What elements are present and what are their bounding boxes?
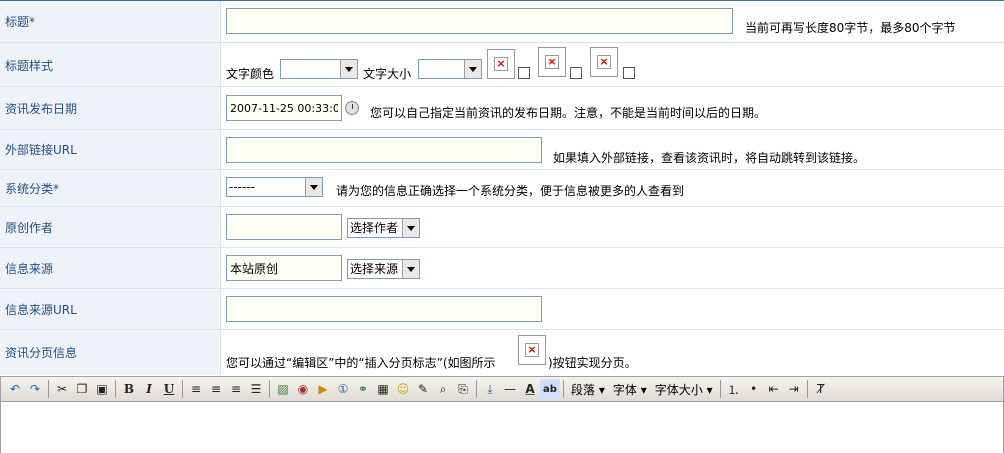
editor-area[interactable] bbox=[0, 402, 1004, 453]
italic-button[interactable]: I bbox=[139, 379, 159, 399]
text-color-label: 文字颜色 bbox=[226, 67, 275, 81]
insert-image-icon[interactable]: ▨ bbox=[273, 379, 293, 399]
author-select[interactable]: 选择作者 bbox=[347, 218, 420, 238]
dropdown-arrow-icon bbox=[402, 260, 419, 278]
paging-hint-after: )按钮实现分页。 bbox=[548, 356, 637, 370]
chevron-down-icon: ▾ bbox=[598, 382, 605, 397]
chevron-down-icon: ▾ bbox=[706, 382, 713, 397]
external-link-input[interactable] bbox=[226, 137, 542, 163]
insert-link-icon[interactable]: ⚭ bbox=[353, 379, 373, 399]
insert-table-icon[interactable]: ▦ bbox=[373, 379, 393, 399]
source-url-label: 信息来源URL bbox=[0, 289, 221, 329]
cut-icon[interactable]: ✂ bbox=[52, 379, 72, 399]
underline-style-broken-image-icon: × bbox=[590, 47, 618, 77]
dropdown-arrow-icon bbox=[340, 60, 357, 78]
insert-comment-icon[interactable]: ✎ bbox=[413, 379, 433, 399]
category-hint: 请为您的信息正确选择一个系统分类，便于信息被更多的人查看到 bbox=[336, 184, 685, 198]
preview-icon[interactable]: ⎘ bbox=[453, 379, 473, 399]
chevron-down-icon: ▾ bbox=[640, 382, 647, 397]
dropdown-arrow-icon bbox=[464, 60, 481, 78]
author-select-value: 选择作者 bbox=[350, 221, 399, 235]
align-center-icon[interactable]: ≡ bbox=[206, 379, 226, 399]
row-publish-date: 资讯发布日期 您可以自己指定当前资讯的发布日期。注意，不能是当前时间以后的日期。 bbox=[0, 87, 1004, 130]
horizontal-rule-icon[interactable]: — bbox=[500, 379, 520, 399]
title-hint: 当前可再写长度80字节，最多80个字节 bbox=[745, 21, 956, 35]
insert-page-break-icon[interactable]: ⤓ bbox=[480, 379, 500, 399]
insert-media-icon[interactable]: ▶ bbox=[313, 379, 333, 399]
font-size-dropdown[interactable]: 字体大小 ▾ bbox=[651, 381, 717, 398]
dropdown-arrow-icon bbox=[305, 178, 322, 196]
source-url-input[interactable] bbox=[226, 296, 542, 322]
font-size-dropdown-label: 字体大小 bbox=[654, 382, 703, 397]
italic-style-checkbox[interactable] bbox=[570, 67, 582, 79]
row-title: 标题* 当前可再写长度80字节，最多80个字节 bbox=[0, 1, 1004, 43]
font-dropdown[interactable]: 字体 ▾ bbox=[609, 381, 651, 398]
indent-icon[interactable]: ⇥ bbox=[784, 379, 804, 399]
copy-icon[interactable]: ❐ bbox=[72, 379, 92, 399]
publish-date-hint: 您可以自己指定当前资讯的发布日期。注意，不能是当前时间以后的日期。 bbox=[370, 106, 767, 120]
row-source: 信息来源 选择来源 bbox=[0, 248, 1004, 289]
bold-button[interactable]: B bbox=[119, 379, 139, 399]
row-external-link: 外部链接URL 如果填入外部链接，查看该资讯时，将自动跳转到该链接。 bbox=[0, 130, 1004, 170]
paging-label: 资讯分页信息 bbox=[0, 330, 221, 375]
undo-icon[interactable]: ↶ bbox=[5, 379, 25, 399]
editor-toolbar: ↶ ↷ ✂ ❐ ▣ B I U ≡ ≡ ≡ ☰ ▨ ◉ ▶ ① ⚭ ▦ ☺ ✎ … bbox=[0, 376, 1004, 402]
insert-realplayer-icon[interactable]: ① bbox=[333, 379, 353, 399]
align-right-icon[interactable]: ≡ bbox=[226, 379, 246, 399]
underline-button[interactable]: U bbox=[159, 379, 179, 399]
article-form: 标题* 当前可再写长度80字节，最多80个字节 标题样式 文字颜色 文字大小 ×… bbox=[0, 0, 1004, 375]
paste-icon[interactable]: ▣ bbox=[92, 379, 112, 399]
page-break-broken-image-icon: × bbox=[518, 335, 546, 365]
calendar-clock-icon[interactable] bbox=[345, 101, 359, 115]
title-label: 标题* bbox=[0, 1, 221, 42]
bold-style-broken-image-icon: × bbox=[487, 49, 515, 79]
insert-emoticon-icon[interactable]: ☺ bbox=[393, 379, 413, 399]
publish-date-input[interactable] bbox=[226, 95, 342, 121]
font-dropdown-label: 字体 bbox=[612, 382, 637, 397]
category-selected-value: ------ bbox=[229, 180, 255, 194]
underline-style-checkbox[interactable] bbox=[623, 67, 635, 79]
text-size-select[interactable] bbox=[418, 59, 482, 79]
author-label: 原创作者 bbox=[0, 207, 221, 247]
category-select[interactable]: ------ bbox=[226, 177, 323, 197]
author-input[interactable] bbox=[226, 214, 342, 240]
paging-hint-before: 您可以通过“编辑区”中的“插入分页标志”(如图所示 bbox=[226, 356, 496, 370]
insert-flash-icon[interactable]: ◉ bbox=[293, 379, 313, 399]
category-label: 系统分类* bbox=[0, 170, 221, 206]
align-justify-icon[interactable]: ☰ bbox=[246, 379, 266, 399]
paragraph-dropdown[interactable]: 段落 ▾ bbox=[567, 381, 609, 398]
row-author: 原创作者 选择作者 bbox=[0, 207, 1004, 248]
align-left-icon[interactable]: ≡ bbox=[186, 379, 206, 399]
external-link-hint: 如果填入外部链接，查看该资讯时，将自动跳转到该链接。 bbox=[553, 151, 866, 165]
italic-style-broken-image-icon: × bbox=[538, 47, 566, 77]
redo-icon[interactable]: ↷ bbox=[25, 379, 45, 399]
title-style-label: 标题样式 bbox=[0, 43, 221, 86]
font-color-icon[interactable]: A bbox=[520, 379, 540, 399]
bold-style-checkbox[interactable] bbox=[518, 67, 530, 79]
unordered-list-icon[interactable]: • bbox=[744, 379, 764, 399]
source-select[interactable]: 选择来源 bbox=[347, 259, 420, 279]
source-select-value: 选择来源 bbox=[350, 262, 399, 276]
row-title-style: 标题样式 文字颜色 文字大小 × × × bbox=[0, 43, 1004, 87]
publish-date-label: 资讯发布日期 bbox=[0, 87, 221, 129]
ordered-list-icon[interactable]: ⒈ bbox=[724, 379, 744, 399]
row-source-url: 信息来源URL bbox=[0, 289, 1004, 330]
row-paging: 资讯分页信息 您可以通过“编辑区”中的“插入分页标志”(如图所示 × )按钮实现… bbox=[0, 330, 1004, 375]
remove-format-icon[interactable]: Ⱦ bbox=[811, 379, 831, 399]
row-category: 系统分类* ------ 请为您的信息正确选择一个系统分类，便于信息被更多的人查… bbox=[0, 170, 1004, 207]
external-link-label: 外部链接URL bbox=[0, 130, 221, 169]
source-label: 信息来源 bbox=[0, 248, 221, 288]
text-size-label: 文字大小 bbox=[363, 67, 412, 81]
paragraph-dropdown-label: 段落 bbox=[571, 382, 596, 397]
outdent-icon[interactable]: ⇤ bbox=[764, 379, 784, 399]
source-input[interactable] bbox=[226, 255, 342, 281]
text-color-select[interactable] bbox=[280, 59, 358, 79]
title-input[interactable] bbox=[226, 8, 733, 34]
search-replace-icon[interactable]: ⌕ bbox=[433, 379, 453, 399]
highlight-color-icon[interactable]: ab bbox=[540, 379, 560, 399]
dropdown-arrow-icon bbox=[402, 219, 419, 237]
